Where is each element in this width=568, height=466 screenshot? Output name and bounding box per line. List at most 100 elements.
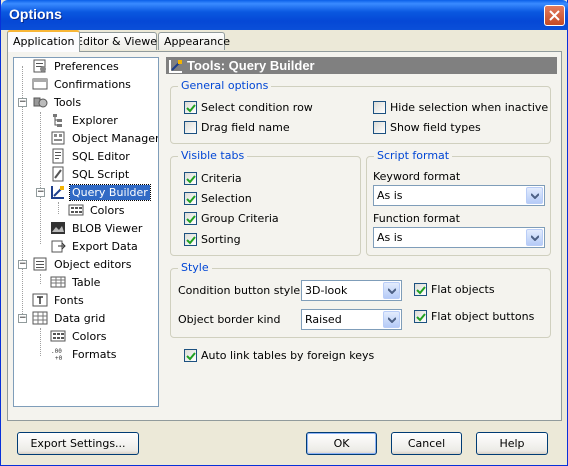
tree-item-fonts[interactable]: Fonts [32,291,86,309]
tab-application-label: Application [13,35,75,48]
tree-item-table[interactable]: Table [50,273,102,291]
selection-checkbox[interactable]: Selection [184,192,252,205]
group-criteria-checkbox[interactable]: Group Criteria [184,212,279,225]
auto-link-tables-checkbox[interactable]: Auto link tables by foreign keys [184,349,374,362]
help-button[interactable]: Help [476,432,548,455]
checkbox-box[interactable] [414,283,427,296]
dropdown-button[interactable] [383,311,400,328]
condition-button-style-select[interactable]: 3D-look [301,280,402,301]
export-settings-label: Export Settings... [30,437,126,450]
select-condition-row-checkbox[interactable]: Select condition row [184,101,313,114]
checkmark-icon [186,236,196,245]
tab-appearance[interactable]: Appearance [158,32,230,50]
checkbox-box[interactable] [184,212,197,225]
options-tree[interactable]: − − − − Preferences Confirmations Tools … [13,57,159,407]
tree-item-label: Object Manager [72,131,159,145]
condition-button-style-value: 3D-look [305,284,348,297]
dropdown-button[interactable] [526,229,543,246]
keyword-format-select[interactable]: As is [373,185,545,206]
checkbox-box[interactable] [184,349,197,362]
tree-item-label: Data grid [54,311,106,325]
tree-item-label: Query Builder [69,183,151,201]
close-button[interactable] [544,5,565,26]
cancel-button[interactable]: Cancel [391,432,462,455]
ok-button[interactable]: OK [306,432,377,455]
tree-item-explorer[interactable]: Explorer [50,111,120,129]
hide-selection-inactive-checkbox[interactable]: Hide selection when inactive [373,101,548,114]
tree-item-object-editors[interactable]: Object editors [32,255,133,273]
show-field-types-checkbox[interactable]: Show field types [373,121,481,134]
tree-item-data-grid[interactable]: Data grid [32,309,107,327]
keyword-format-label: Keyword format [373,170,461,183]
query-builder-expander[interactable]: − [36,188,45,197]
checkbox-box[interactable] [373,101,386,114]
export-data-icon [50,238,66,254]
checkbox-box[interactable] [184,101,197,114]
checkbox-label: Criteria [201,172,242,185]
visible-tabs-group: Visible tabs Criteria Selection Group Cr… [170,149,361,256]
checkmark-icon [186,195,196,204]
checkmark-icon [186,104,196,113]
tree-item-label: SQL Editor [72,149,130,163]
checkbox-box[interactable] [184,192,197,205]
formats-icon: .00 +0 [50,346,66,362]
tree-item-tools[interactable]: Tools [32,93,83,111]
checkbox-label: Selection [201,192,252,205]
checkbox-box[interactable] [184,172,197,185]
title-bar[interactable]: Options [1,0,568,30]
ok-label: OK [333,437,350,450]
tree-item-export-data[interactable]: Export Data [50,237,140,255]
svg-text:+0: +0 [55,355,63,362]
checkbox-box[interactable] [184,121,197,134]
tree-item-grid-colors[interactable]: Colors [50,327,108,345]
tree-item-query-builder[interactable]: Query Builder [50,183,151,201]
svg-text:.00: .00 [51,348,62,355]
object-editors-expander[interactable]: − [18,260,27,269]
object-border-kind-select[interactable]: Raised [301,309,402,330]
tree-item-qb-colors[interactable]: Colors [68,201,126,219]
flat-object-buttons-checkbox[interactable]: Flat object buttons [414,310,534,323]
tab-application[interactable]: Application [7,30,81,52]
tree-item-preferences[interactable]: Preferences [32,58,121,75]
tools-icon [32,94,48,110]
function-format-select[interactable]: As is [373,227,545,248]
tree-item-label: Explorer [72,113,118,127]
confirmations-icon [32,76,48,92]
checkbox-box[interactable] [414,310,427,323]
sql-editor-icon [50,148,66,164]
tree-item-confirmations[interactable]: Confirmations [32,75,133,93]
script-format-group: Script format Keyword format As is Funct… [366,149,551,256]
flat-objects-checkbox[interactable]: Flat objects [414,283,495,296]
checkbox-box[interactable] [184,233,197,246]
checkmark-icon [186,215,196,224]
tree-item-object-manager[interactable]: Object Manager [50,129,159,147]
tab-editor-viewers[interactable]: Editor & Viewers [70,32,167,50]
colors-icon [68,202,84,218]
window-title: Options [9,6,62,22]
query-builder-icon [50,184,66,200]
criteria-checkbox[interactable]: Criteria [184,172,242,185]
object-border-kind-value: Raised [305,313,342,326]
data-grid-expander[interactable]: − [18,314,27,323]
tree-item-label: SQL Script [72,167,130,181]
tools-expander[interactable]: − [18,98,27,107]
checkbox-label: Select condition row [201,101,313,114]
chevron-down-icon [388,317,396,323]
style-legend: Style [178,261,212,274]
tree-item-formats[interactable]: .00 +0 Formats [50,345,119,363]
checkbox-label: Sorting [201,233,241,246]
export-settings-button[interactable]: Export Settings... [17,432,139,455]
checkmark-icon [186,352,196,361]
checkbox-label: Drag field name [201,121,290,134]
query-builder-icon [168,58,184,74]
checkbox-box[interactable] [373,121,386,134]
dropdown-button[interactable] [526,187,543,204]
tree-item-blob-viewer[interactable]: BLOB Viewer [50,219,144,237]
sorting-checkbox[interactable]: Sorting [184,233,241,246]
tree-item-sql-script[interactable]: SQL Script [50,165,131,183]
dropdown-button[interactable] [383,282,400,299]
cancel-label: Cancel [407,437,446,450]
data-grid-icon [32,310,48,326]
tree-item-sql-editor[interactable]: SQL Editor [50,147,132,165]
drag-field-name-checkbox[interactable]: Drag field name [184,121,290,134]
